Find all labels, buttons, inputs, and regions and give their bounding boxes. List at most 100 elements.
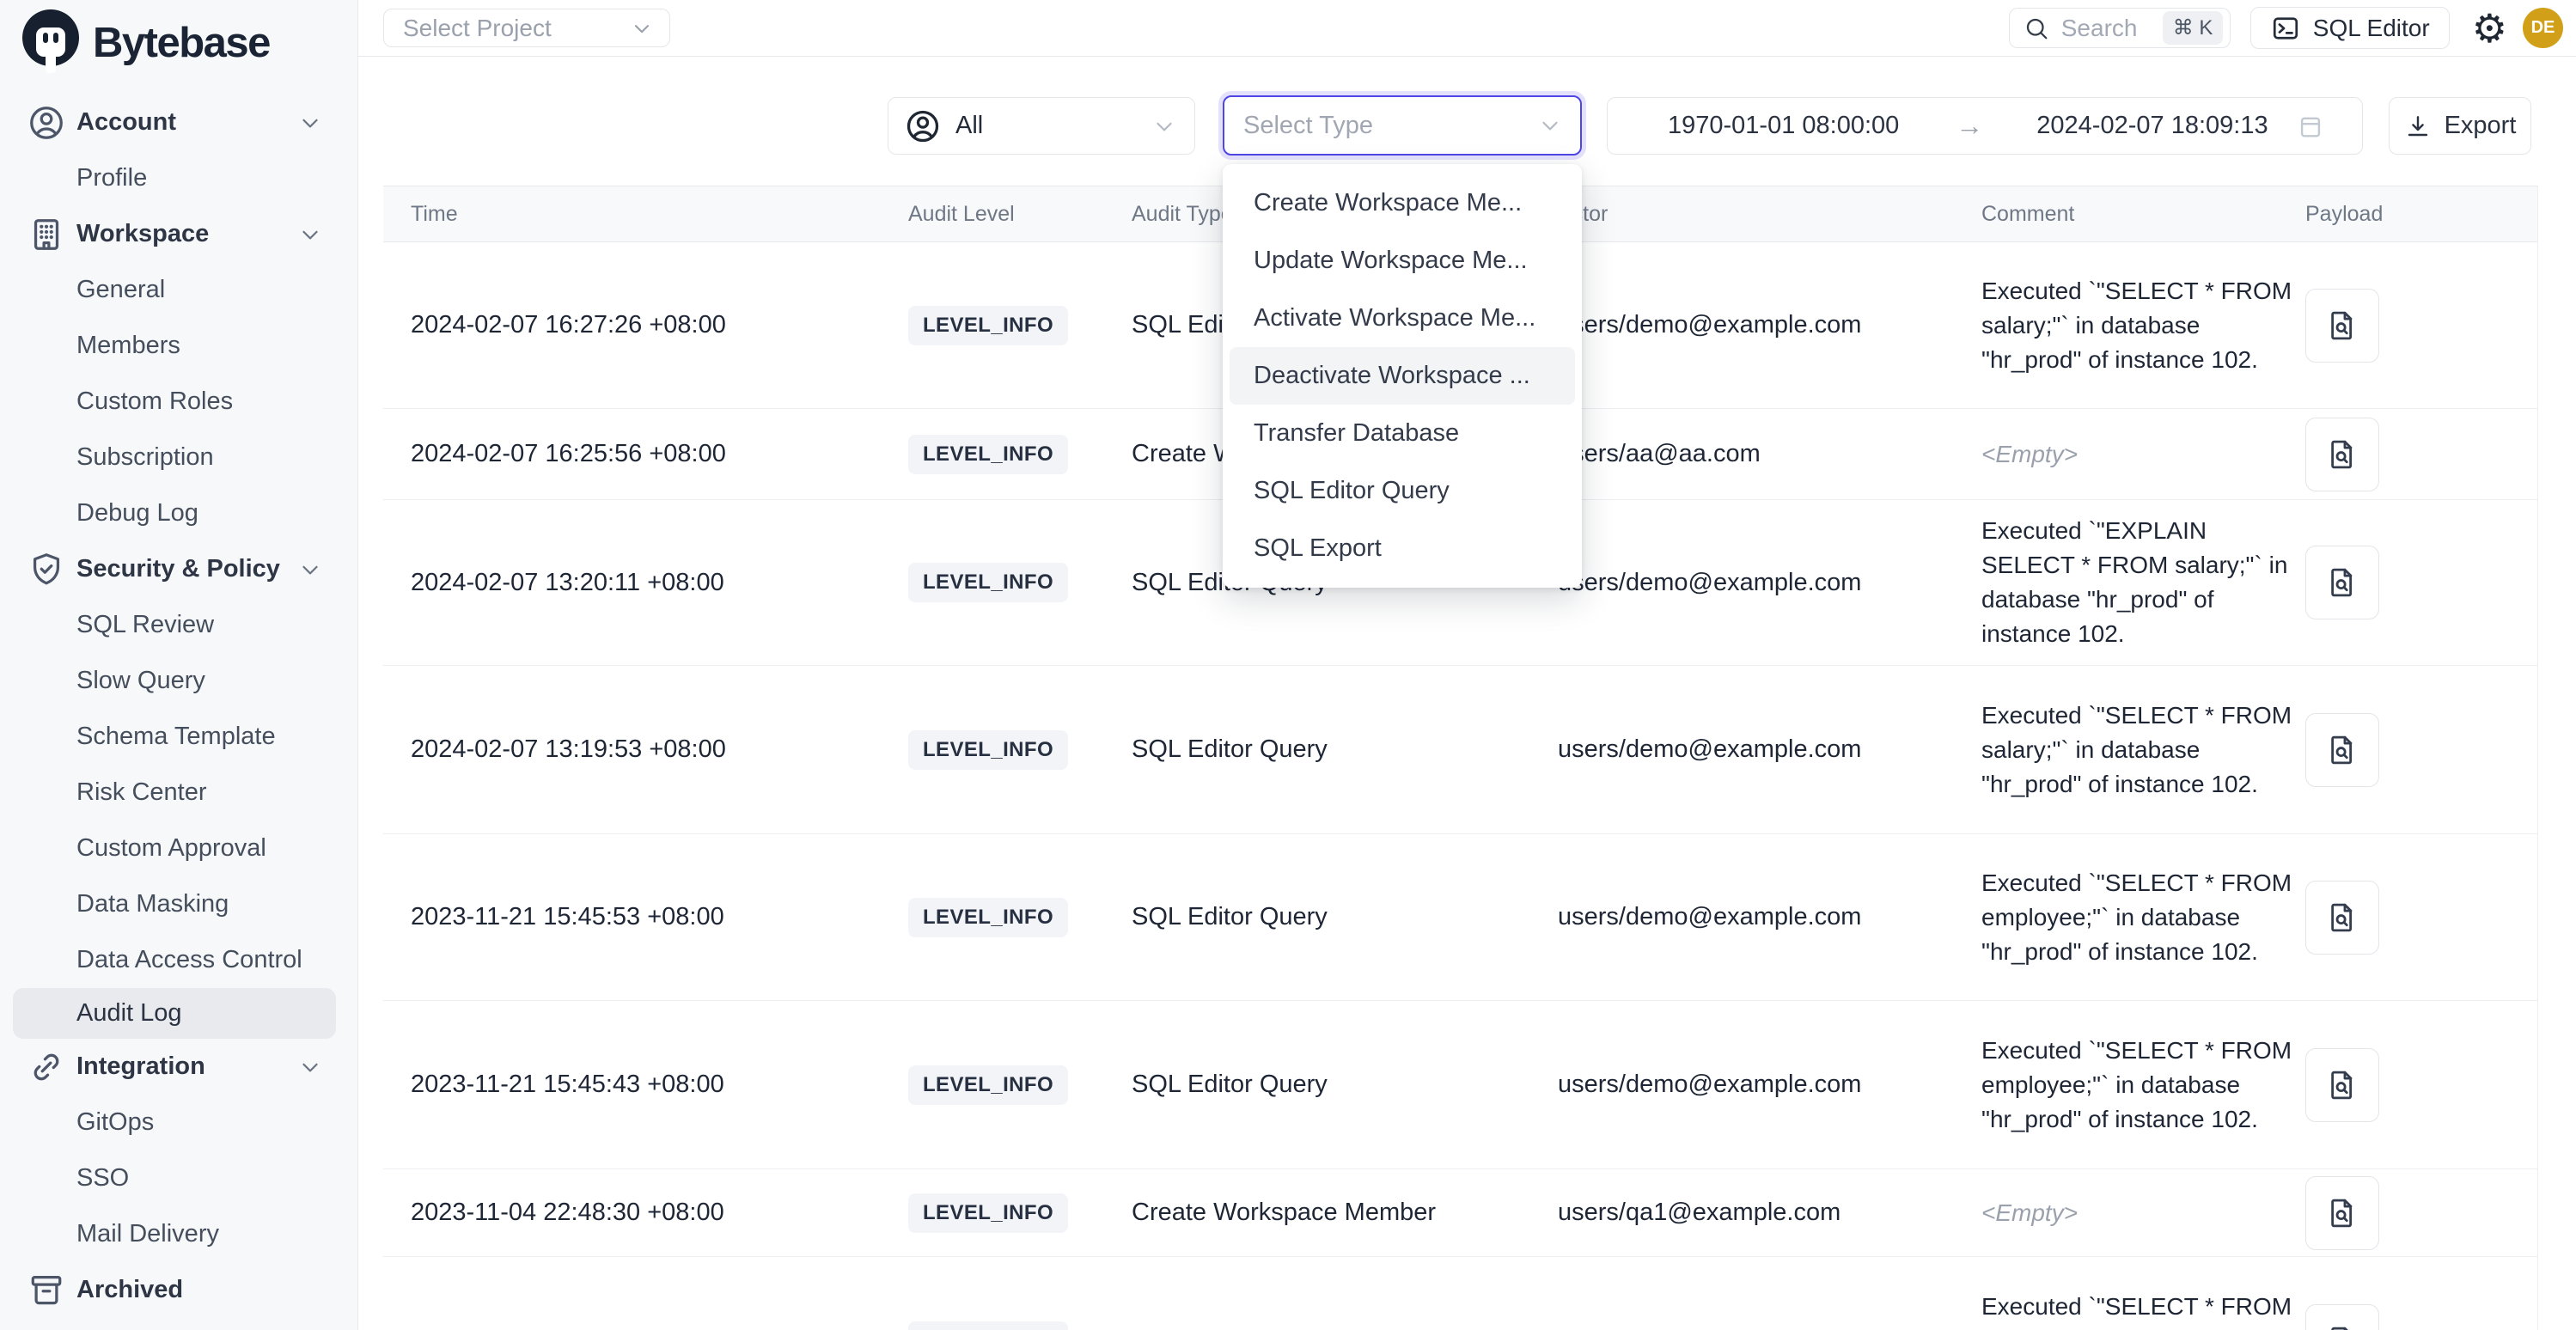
cell-actor: users/demo@example.com [1558, 834, 1861, 1000]
level-badge: LEVEL_INFO [908, 730, 1068, 770]
table-row: 2023-11-04 22:48:30 +08:00 LEVEL_INFO Cr… [383, 1169, 2537, 1257]
cell-level: LEVEL_INFO [908, 666, 1068, 833]
sidebar-item-risk-center[interactable]: Risk Center [0, 765, 357, 821]
sidebar-item-debug-log[interactable]: Debug Log [0, 485, 357, 541]
sidebar-item-custom-approval[interactable]: Custom Approval [0, 821, 357, 876]
sidebar-item-subscription[interactable]: Subscription [0, 430, 357, 485]
payload-view-button[interactable] [2305, 1048, 2379, 1122]
sidebar-group-account[interactable]: Account [0, 95, 357, 150]
payload-view-button[interactable] [2305, 1176, 2379, 1250]
settings-gear-icon[interactable]: ⚙ [2472, 9, 2507, 48]
sidebar-item-data-access-control[interactable]: Data Access Control [0, 932, 357, 988]
payload-view-button[interactable] [2305, 1304, 2379, 1330]
date-start[interactable]: 1970-01-01 08:00:00 [1668, 112, 1899, 140]
shield-check-icon [27, 550, 66, 589]
sidebar-group-workspace[interactable]: Workspace [0, 206, 357, 262]
cell-type: SQL Editor Query [1132, 1001, 1328, 1168]
cell-level: LEVEL_INFO [908, 242, 1068, 408]
menu-item-update-workspace-member[interactable]: Update Workspace Me... [1230, 232, 1575, 290]
arrow-right-icon: → [1956, 110, 1983, 142]
brand[interactable]: Bytebase [0, 0, 357, 81]
sidebar-item-slow-query[interactable]: Slow Query [0, 653, 357, 709]
cell-level: LEVEL_INFO [908, 834, 1068, 1000]
file-search-icon [2324, 1323, 2360, 1330]
bytebase-logo-icon [22, 9, 79, 76]
sidebar-item-sql-review[interactable]: SQL Review [0, 597, 357, 653]
date-end[interactable]: 2024-02-07 18:09:13 [2036, 112, 2268, 140]
cell-comment: <Empty> [1981, 409, 2301, 499]
payload-view-button[interactable] [2305, 289, 2379, 363]
cell-payload [2305, 1257, 2379, 1330]
chevron-down-icon [297, 222, 323, 247]
file-search-icon [2324, 436, 2360, 473]
table-row: 2023-11-21 15:45:43 +08:00 LEVEL_INFO SQ… [383, 1001, 2537, 1169]
sidebar: Bytebase Account Profile Workspace [0, 0, 358, 1330]
actor-filter-select[interactable]: All [888, 97, 1195, 155]
date-range-picker[interactable]: 1970-01-01 08:00:00 → 2024-02-07 18:09:1… [1607, 97, 2363, 155]
level-badge: LEVEL_INFO [908, 1065, 1068, 1105]
type-filter-select[interactable]: Select Type [1223, 95, 1582, 156]
sidebar-item-gitops[interactable]: GitOps [0, 1095, 357, 1150]
search-shortcut-kbd: ⌘ K [2163, 11, 2224, 45]
menu-item-sql-export[interactable]: SQL Export [1230, 520, 1575, 577]
cell-payload [2305, 242, 2379, 408]
cell-payload [2305, 500, 2379, 665]
cell-comment: Executed `"SELECT * FROM employee;"` in … [1981, 1001, 2301, 1168]
payload-view-button[interactable] [2305, 881, 2379, 955]
payload-view-button[interactable] [2305, 546, 2379, 619]
level-badge: LEVEL_INFO [908, 1321, 1068, 1330]
cell-payload [2305, 1169, 2379, 1256]
level-badge: LEVEL_INFO [908, 306, 1068, 345]
sidebar-item-audit-log[interactable]: Audit Log [13, 988, 336, 1039]
level-badge: LEVEL_INFO [908, 898, 1068, 937]
terminal-icon [2270, 13, 2301, 44]
sidebar-item-custom-roles[interactable]: Custom Roles [0, 374, 357, 430]
avatar[interactable]: DE [2523, 8, 2563, 48]
sidebar-item-sso[interactable]: SSO [0, 1150, 357, 1206]
menu-item-activate-workspace-member[interactable]: Activate Workspace Me... [1230, 290, 1575, 347]
column-header-time: Time [411, 186, 458, 241]
cell-time: 2023-11-21 15:45:43 +08:00 [411, 1001, 724, 1168]
chevron-down-icon [297, 557, 323, 583]
cell-payload [2305, 409, 2379, 499]
cell-payload [2305, 666, 2379, 833]
menu-item-transfer-database[interactable]: Transfer Database [1230, 405, 1575, 462]
cell-actor: users/demo@example.com [1558, 1001, 1861, 1168]
table-right-divider [2537, 186, 2538, 1330]
menu-item-create-workspace-member[interactable]: Create Workspace Me... [1230, 174, 1575, 232]
payload-view-button[interactable] [2305, 418, 2379, 491]
chevron-down-icon [297, 110, 323, 136]
chevron-down-icon [1537, 113, 1563, 138]
file-search-icon [2324, 900, 2360, 936]
cell-comment: Executed `"SELECT * FROM salary;"` in da… [1981, 242, 2301, 408]
menu-item-deactivate-workspace-member[interactable]: Deactivate Workspace ... [1230, 347, 1575, 405]
cell-time: 2024-02-07 16:27:26 +08:00 [411, 242, 726, 408]
level-badge: LEVEL_INFO [908, 435, 1068, 474]
sidebar-item-members[interactable]: Members [0, 318, 357, 374]
sidebar-item-schema-template[interactable]: Schema Template [0, 709, 357, 765]
sidebar-item-data-masking[interactable]: Data Masking [0, 876, 357, 932]
payload-view-button[interactable] [2305, 713, 2379, 787]
menu-item-sql-editor-query[interactable]: SQL Editor Query [1230, 462, 1575, 520]
cell-level: LEVEL_INFO [908, 500, 1068, 665]
cell-comment: Executed `"EXPLAIN SELECT * FROM salary;… [1981, 500, 2301, 665]
search-box[interactable]: ⌘ K [2009, 8, 2231, 48]
file-search-icon [2324, 308, 2360, 344]
search-input[interactable] [2060, 14, 2152, 43]
sidebar-item-profile[interactable]: Profile [0, 150, 357, 206]
sidebar-group-security-policy[interactable]: Security & Policy [0, 541, 357, 597]
table-row: 2023-11-21 15:45:53 +08:00 LEVEL_INFO SQ… [383, 834, 2537, 1001]
cell-type: SQL Editor Query [1132, 834, 1328, 1000]
cell-type: Create Workspace Member [1132, 1169, 1436, 1256]
user-circle-icon [27, 103, 66, 143]
type-filter-menu: Create Workspace Me... Update Workspace … [1223, 164, 1582, 588]
export-button[interactable]: Export [2389, 97, 2531, 155]
sidebar-item-archived[interactable]: Archived [0, 1262, 357, 1318]
cell-time: 2023-11-04 01:06:24 +08:00 [411, 1257, 724, 1330]
sql-editor-button[interactable]: SQL Editor [2250, 7, 2450, 49]
sidebar-item-general[interactable]: General [0, 262, 357, 318]
cell-level: LEVEL_INFO [908, 1257, 1068, 1330]
project-select[interactable]: Select Project [383, 9, 670, 47]
sidebar-group-integration[interactable]: Integration [0, 1039, 357, 1095]
sidebar-item-mail-delivery[interactable]: Mail Delivery [0, 1206, 357, 1262]
